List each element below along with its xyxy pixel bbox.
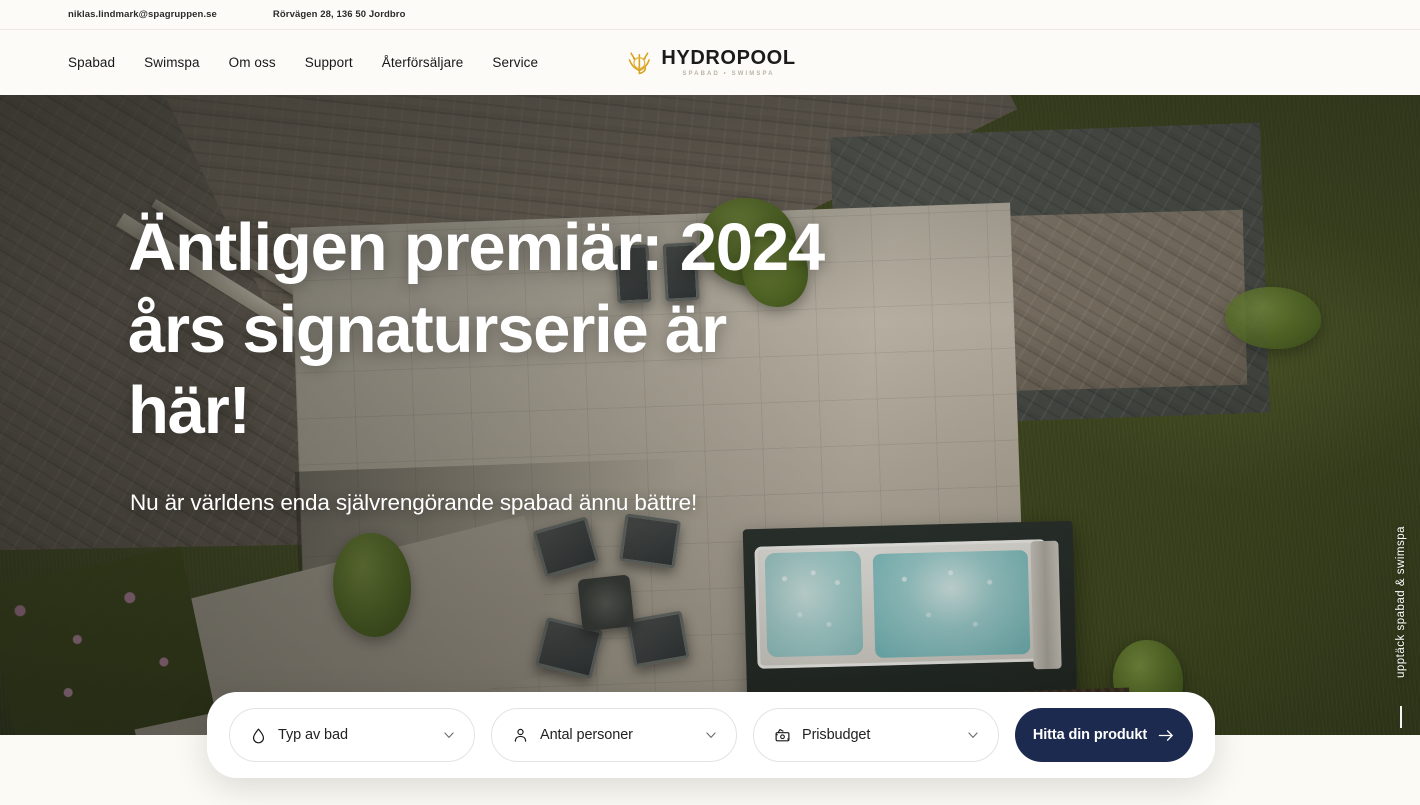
filter-prisbudget[interactable]: Prisbudget xyxy=(753,708,999,762)
logo-tagline: SPABAD • SWIMSPA xyxy=(682,71,775,77)
logo-wordmark: HYDROPOOL xyxy=(661,47,796,69)
nav-item-support[interactable]: Support xyxy=(305,55,353,70)
nav-item-swimspa[interactable]: Swimspa xyxy=(144,55,199,70)
nav-item-om-oss[interactable]: Om oss xyxy=(229,55,276,70)
chevron-down-icon xyxy=(444,732,454,738)
hero-section: Äntligen premiär: 2024 års signaturserie… xyxy=(0,95,1420,735)
contact-email[interactable]: niklas.lindmark@spagruppen.se xyxy=(68,9,217,20)
filter-typ-av-bad[interactable]: Typ av bad xyxy=(229,708,475,762)
filter-antal-personer[interactable]: Antal personer xyxy=(491,708,737,762)
nav-item-spabad[interactable]: Spabad xyxy=(68,55,115,70)
nav-links: Spabad Swimspa Om oss Support Återförsäl… xyxy=(68,55,538,70)
hero-copy: Äntligen premiär: 2024 års signaturserie… xyxy=(128,207,828,516)
logo-text: HYDROPOOL SPABAD • SWIMSPA xyxy=(661,48,795,77)
hero-subtitle: Nu är världens enda självrengörande spab… xyxy=(130,490,698,516)
filter-prisbudget-label: Prisbudget xyxy=(802,727,871,743)
hero-title-line1: Äntligen premiär: 2024 xyxy=(128,210,825,285)
chevron-down-icon xyxy=(968,732,978,738)
chevron-down-icon xyxy=(706,732,716,738)
product-finder-panel: Typ av bad Antal personer Prisbudget Hit… xyxy=(207,692,1215,778)
main-navbar: Spabad Swimspa Om oss Support Återförsäl… xyxy=(0,30,1420,95)
hydropool-starburst-icon xyxy=(628,51,650,74)
money-icon xyxy=(775,728,790,741)
droplet-icon xyxy=(252,728,265,743)
nav-item-aterforsaljare[interactable]: Återförsäljare xyxy=(382,55,464,70)
site-logo[interactable]: HYDROPOOL SPABAD • SWIMSPA xyxy=(624,48,795,78)
contact-address[interactable]: Rörvägen 28, 136 50 Jordbro xyxy=(273,9,406,20)
find-product-button[interactable]: Hitta din produkt xyxy=(1015,708,1193,762)
hero-title-line2: års signaturserie är här! xyxy=(128,291,727,449)
arrow-right-icon xyxy=(1158,729,1173,741)
scroll-hint[interactable]: upptäck spabad & swimspa xyxy=(1338,95,1420,735)
nav-item-service[interactable]: Service xyxy=(492,55,538,70)
find-product-button-label: Hitta din produkt xyxy=(1032,727,1148,743)
utility-topbar: niklas.lindmark@spagruppen.se Rörvägen 2… xyxy=(0,0,1420,30)
filter-antal-personer-label: Antal personer xyxy=(540,727,633,743)
filter-typ-av-bad-label: Typ av bad xyxy=(278,727,348,743)
scroll-indicator-line xyxy=(1400,706,1402,728)
person-icon xyxy=(514,728,527,742)
hero-title: Äntligen premiär: 2024 års signaturserie… xyxy=(128,207,828,452)
scroll-hint-label: upptäck spabad & swimspa xyxy=(1395,526,1407,678)
